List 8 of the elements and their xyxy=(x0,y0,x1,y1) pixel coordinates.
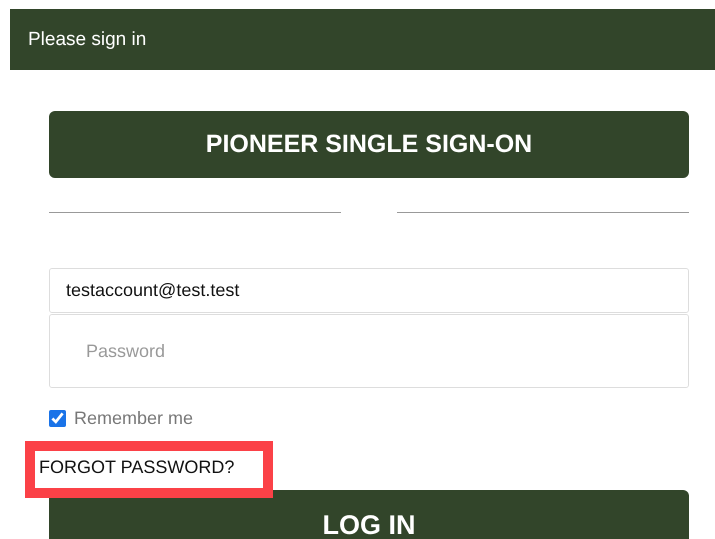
header-title: Please sign in xyxy=(28,28,146,50)
forgot-password-link[interactable]: FORGOT PASSWORD? xyxy=(39,457,234,478)
sso-button[interactable]: PIONEER SINGLE SIGN-ON xyxy=(49,111,689,178)
login-button[interactable]: LOG IN xyxy=(49,490,689,539)
email-field[interactable]: testaccount@test.test xyxy=(49,268,689,313)
remember-checkbox[interactable] xyxy=(49,410,66,427)
remember-label: Remember me xyxy=(74,408,194,429)
password-field[interactable]: Password xyxy=(49,314,689,388)
